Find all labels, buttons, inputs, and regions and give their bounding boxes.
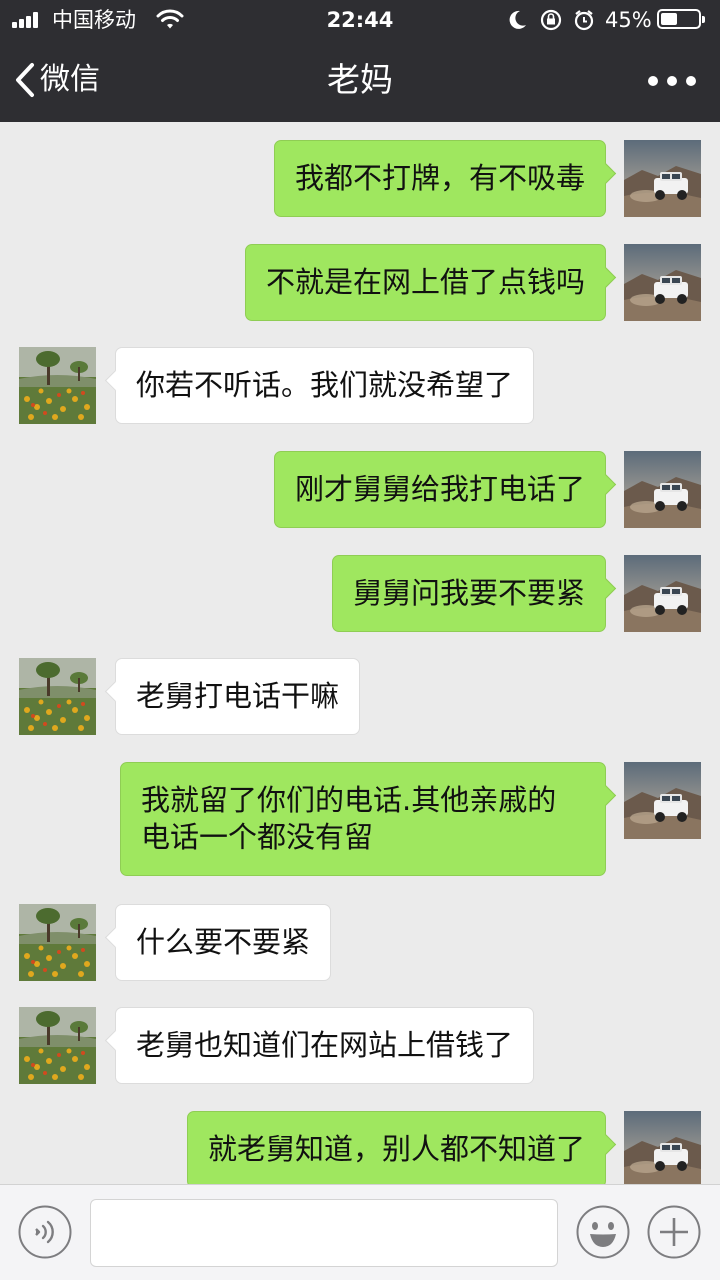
moon-icon: [509, 10, 526, 29]
message-text: 老舅打电话干嘛: [136, 679, 340, 713]
message-text: 刚才舅舅给我打电话了: [294, 472, 585, 506]
rotation-lock-icon: [540, 9, 562, 31]
input-bar: [0, 1184, 720, 1280]
message-text: 老舅也知道们在网站上借钱了: [136, 1028, 514, 1062]
received-message-bubble[interactable]: 老舅也知道们在网站上借钱了: [115, 1007, 535, 1084]
received-message-bubble[interactable]: 什么要不要紧: [115, 904, 332, 981]
my-avatar[interactable]: [624, 244, 701, 321]
alarm-icon: [574, 10, 594, 31]
voice-button[interactable]: [18, 1205, 72, 1259]
message-text: 我就留了你们的电话.其他亲戚的电话一个都没有留: [141, 783, 557, 854]
emoji-icon: [576, 1205, 630, 1259]
nav-bar: 微信 老妈: [0, 40, 720, 122]
sent-message-bubble[interactable]: 舅舅问我要不要紧: [331, 555, 606, 632]
top-bar: 中国移动 22:44 45% 微信 老妈: [0, 0, 720, 122]
sent-message-bubble[interactable]: 我就留了你们的电话.其他亲戚的电话一个都没有留: [120, 762, 606, 876]
message-text: 不就是在网上借了点钱吗: [265, 265, 585, 299]
message-list[interactable]: 我都不打牌，有不吸毒 不就是在网上借了点钱吗 你若不听话。我们就没希望了 刚才舅…: [0, 122, 720, 1184]
status-bar: 中国移动 22:44 45%: [0, 0, 720, 40]
contact-avatar[interactable]: [19, 347, 96, 424]
message-text: 你若不听话。我们就没希望了: [136, 368, 514, 402]
my-avatar[interactable]: [624, 140, 701, 217]
sent-message-bubble[interactable]: 就老舅知道，别人都不知道了: [186, 1111, 606, 1184]
battery-icon: [657, 9, 705, 29]
more-button[interactable]: [648, 70, 698, 92]
sent-message-bubble[interactable]: 刚才舅舅给我打电话了: [273, 451, 606, 528]
battery-percent: 45%: [605, 8, 652, 32]
received-message-bubble[interactable]: 你若不听话。我们就没希望了: [115, 347, 535, 424]
status-icons: [509, 9, 594, 31]
my-avatar[interactable]: [624, 1111, 701, 1184]
sent-message-bubble[interactable]: 不就是在网上借了点钱吗: [244, 244, 606, 321]
contact-avatar[interactable]: [19, 904, 96, 981]
plus-icon: [647, 1205, 701, 1259]
emoji-button[interactable]: [576, 1205, 630, 1259]
message-text: 我都不打牌，有不吸毒: [294, 161, 585, 195]
sent-message-bubble[interactable]: 我都不打牌，有不吸毒: [273, 140, 606, 217]
voice-icon: [18, 1205, 72, 1259]
my-avatar[interactable]: [624, 762, 701, 839]
received-message-bubble[interactable]: 老舅打电话干嘛: [115, 658, 361, 735]
message-text: 什么要不要紧: [136, 925, 311, 959]
my-avatar[interactable]: [624, 451, 701, 528]
plus-button[interactable]: [647, 1205, 701, 1259]
chat-title: 老妈: [327, 60, 393, 99]
message-text: 就老舅知道，别人都不知道了: [207, 1132, 585, 1166]
my-avatar[interactable]: [624, 555, 701, 632]
message-input[interactable]: [90, 1199, 558, 1267]
contact-avatar[interactable]: [19, 1007, 96, 1084]
message-text: 舅舅问我要不要紧: [352, 576, 585, 610]
contact-avatar[interactable]: [19, 658, 96, 735]
